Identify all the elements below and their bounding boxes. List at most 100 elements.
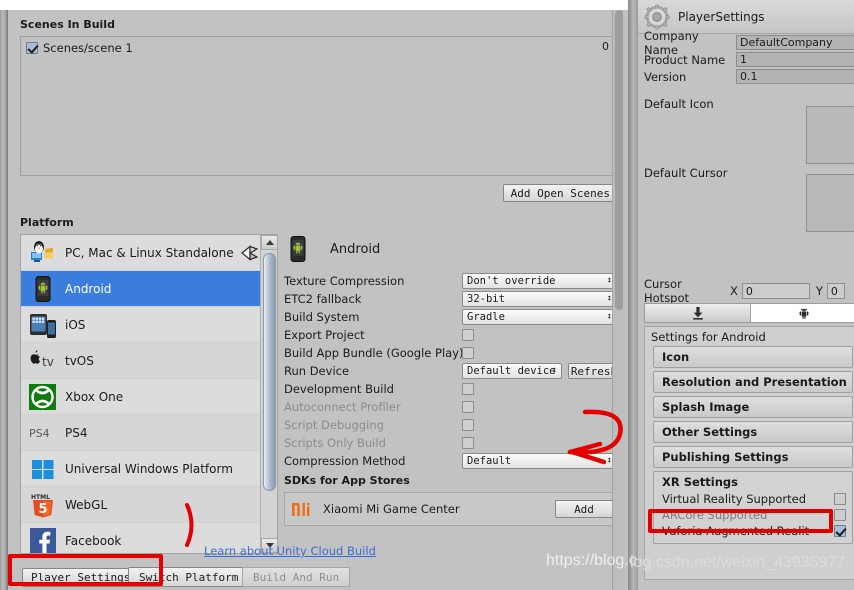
html5-icon: HTML 5 xyxy=(29,491,57,519)
inspector-left-edge xyxy=(629,0,638,590)
hotspot-x-label: X xyxy=(730,284,738,298)
scrollbar-thumb[interactable] xyxy=(615,10,623,310)
unity-active-platform-icon xyxy=(239,243,259,263)
build-window-scrollbar[interactable] xyxy=(612,10,624,590)
hotspot-y-input[interactable]: 0 xyxy=(826,283,845,299)
prop-texture-compression: Texture Compression Don't override ↕ xyxy=(284,272,620,290)
sdks-for-app-stores-title: SDKs for App Stores xyxy=(284,474,410,487)
scripts-only-build-checkbox xyxy=(462,437,474,449)
product-name-input[interactable]: 1 xyxy=(736,52,854,67)
cursor-hotspot-label: Cursor Hotspot xyxy=(644,277,690,305)
xbox-icon xyxy=(29,383,57,411)
platform-item-label: Universal Windows Platform xyxy=(65,461,233,476)
default-cursor-slot[interactable] xyxy=(806,174,854,232)
window-left-edge xyxy=(0,10,8,590)
platform-tab-android[interactable] xyxy=(751,304,854,322)
scene-enabled-checkbox[interactable] xyxy=(26,41,38,54)
scene-list-item[interactable]: Scenes/scene 1 xyxy=(23,39,615,56)
xr-row-label: Vuforia Augmented Realit xyxy=(662,524,810,538)
hotspot-x-input[interactable]: 0 xyxy=(741,283,810,299)
scrollbar-thumb[interactable] xyxy=(263,253,276,491)
android-icon xyxy=(797,306,811,320)
field-product-name: Product Name 1 xyxy=(638,51,854,68)
field-cursor-hotspot: Cursor Hotspot X 0 Y 0 xyxy=(644,277,854,305)
foldout-resolution-and-presentation[interactable]: Resolution and Presentation xyxy=(653,371,853,393)
platform-list-scrollbar[interactable] xyxy=(260,235,278,553)
build-system-dropdown[interactable]: Gradle ↕ xyxy=(462,309,617,325)
platform-item-label: tvOS xyxy=(65,353,94,368)
facebook-icon xyxy=(29,527,57,553)
svg-text:HTML: HTML xyxy=(31,494,50,501)
inspector-platform-tabs[interactable] xyxy=(644,303,854,323)
appletv-icon: tv xyxy=(29,347,57,375)
dropdown-value: Default xyxy=(467,455,512,467)
prop-development-build: Development Build xyxy=(284,380,620,398)
prop-label: Compression Method xyxy=(284,454,406,468)
prop-script-debugging: Script Debugging xyxy=(284,416,620,434)
sdk-name-label: Xiaomi Mi Game Center xyxy=(323,502,460,516)
prop-scripts-only-build: Scripts Only Build xyxy=(284,434,620,452)
platform-item-ios[interactable]: iOS xyxy=(21,307,261,343)
foldout-splash-image[interactable]: Splash Image xyxy=(653,396,853,418)
default-icon-slot[interactable] xyxy=(806,106,854,164)
ios-device-icon xyxy=(29,311,57,339)
platform-item-webgl[interactable]: HTML 5 WebGL xyxy=(21,487,261,523)
etc2-fallback-dropdown[interactable]: 32-bit ↕ xyxy=(462,291,617,307)
prop-label: ETC2 fallback xyxy=(284,292,362,306)
inspector-body: Company Name DefaultCompany Product Name… xyxy=(638,29,854,590)
default-cursor-label: Default Cursor xyxy=(644,165,728,180)
prop-build-app-bundle: Build App Bundle (Google Play) xyxy=(284,344,620,362)
foldout-icon[interactable]: Icon xyxy=(653,346,853,368)
run-device-dropdown[interactable]: Default device ↕ xyxy=(462,363,562,379)
android-settings-panel: Settings for Android Icon Resolution and… xyxy=(644,326,854,580)
virtual-reality-supported-checkbox[interactable] xyxy=(834,493,846,505)
platform-item-label: Facebook xyxy=(65,533,122,548)
prop-label: Scripts Only Build xyxy=(284,436,386,450)
windows-icon xyxy=(29,455,57,483)
script-debugging-checkbox xyxy=(462,419,474,431)
xr-row-virtual-reality-supported: Virtual Reality Supported xyxy=(662,491,852,507)
compression-method-dropdown[interactable]: Default ↕ xyxy=(462,453,617,469)
platform-item-label: iOS xyxy=(65,317,86,332)
development-build-checkbox[interactable] xyxy=(462,383,474,395)
player-settings-inspector: PlayerSettings Company Name DefaultCompa… xyxy=(628,0,854,590)
texture-compression-dropdown[interactable]: Don't override ↕ xyxy=(462,273,617,289)
platform-item-tvos[interactable]: tv tvOS xyxy=(21,343,261,379)
prop-label: Run Device xyxy=(284,364,350,378)
add-sdk-button[interactable]: Add xyxy=(555,500,613,518)
platform-item-xboxone[interactable]: Xbox One xyxy=(21,379,261,415)
platform-item-standalone[interactable]: PC, Mac & Linux Standalone xyxy=(21,235,261,271)
scene-name-label: Scenes/scene 1 xyxy=(43,40,133,55)
version-input[interactable]: 0.1 xyxy=(736,69,854,84)
scroll-up-arrow-icon[interactable] xyxy=(261,235,278,250)
xr-row-label: ARCore Supported xyxy=(662,508,768,522)
prop-label: Development Build xyxy=(284,382,394,396)
platform-item-label: Xbox One xyxy=(65,389,124,404)
company-name-input[interactable]: DefaultCompany xyxy=(736,35,854,50)
export-project-checkbox[interactable] xyxy=(462,329,474,341)
platform-tab-standalone[interactable] xyxy=(645,304,751,322)
platform-item-ps4[interactable]: PS4 PS4 xyxy=(21,415,261,451)
build-and-run-button: Build And Run xyxy=(242,567,351,587)
platform-item-android[interactable]: Android xyxy=(21,271,261,307)
field-label: Product Name xyxy=(644,52,726,67)
build-settings-window: Scenes In Build Scenes/scene 1 0 Add Ope… xyxy=(8,10,628,590)
scenes-in-build-list[interactable]: Scenes/scene 1 0 xyxy=(20,36,618,176)
xr-row-vuforia-augmented-reality: Vuforia Augmented Realit xyxy=(662,523,852,539)
foldout-other-settings[interactable]: Other Settings xyxy=(653,421,853,443)
unity-cloud-build-link[interactable]: Learn about Unity Cloud Build xyxy=(204,544,376,558)
dropdown-value: Gradle xyxy=(467,311,505,323)
svg-text:5: 5 xyxy=(39,502,48,517)
platform-list[interactable]: PC, Mac & Linux Standalone Android iOS t… xyxy=(21,235,261,553)
prop-build-system: Build System Gradle ↕ xyxy=(284,308,620,326)
vuforia-augmented-reality-checkbox[interactable] xyxy=(834,525,846,537)
prop-run-device: Run Device Default device ↕ Refresh xyxy=(284,362,620,380)
default-icon-label: Default Icon xyxy=(644,96,714,111)
android-panel-heading: Android xyxy=(284,232,620,266)
prop-autoconnect-profiler: Autoconnect Profiler xyxy=(284,398,620,416)
build-app-bundle-checkbox[interactable] xyxy=(462,347,474,359)
add-open-scenes-button[interactable]: Add Open Scenes xyxy=(502,184,618,202)
switch-platform-button[interactable]: Switch Platform xyxy=(128,567,250,587)
platform-item-uwp[interactable]: Universal Windows Platform xyxy=(21,451,261,487)
foldout-publishing-settings[interactable]: Publishing Settings xyxy=(653,446,853,468)
